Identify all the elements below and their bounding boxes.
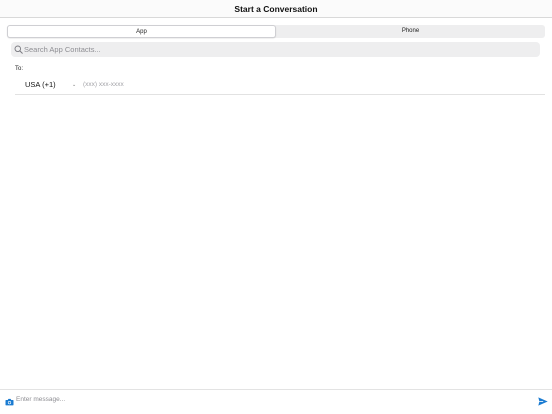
segment-app[interactable]: App xyxy=(7,25,276,38)
search-input[interactable] xyxy=(24,42,534,57)
send-icon[interactable] xyxy=(538,397,548,406)
message-input[interactable] xyxy=(16,393,516,405)
contact-source-segmented-control: App Phone xyxy=(7,25,545,38)
search-bar xyxy=(11,42,540,57)
segment-phone[interactable]: Phone xyxy=(276,25,545,38)
country-code-picker[interactable]: USA (+1) ⌄ xyxy=(25,79,77,90)
divider xyxy=(15,94,545,95)
page-title: Start a Conversation xyxy=(234,4,318,14)
message-composer xyxy=(0,389,552,414)
country-code-label: USA (+1) xyxy=(25,80,56,89)
phone-number-field[interactable] xyxy=(83,79,283,90)
camera-icon[interactable] xyxy=(5,398,14,406)
chevron-down-icon: ⌄ xyxy=(72,82,77,88)
to-label: To: xyxy=(15,66,24,72)
navigation-bar: Start a Conversation xyxy=(0,0,552,18)
search-icon xyxy=(14,45,23,54)
